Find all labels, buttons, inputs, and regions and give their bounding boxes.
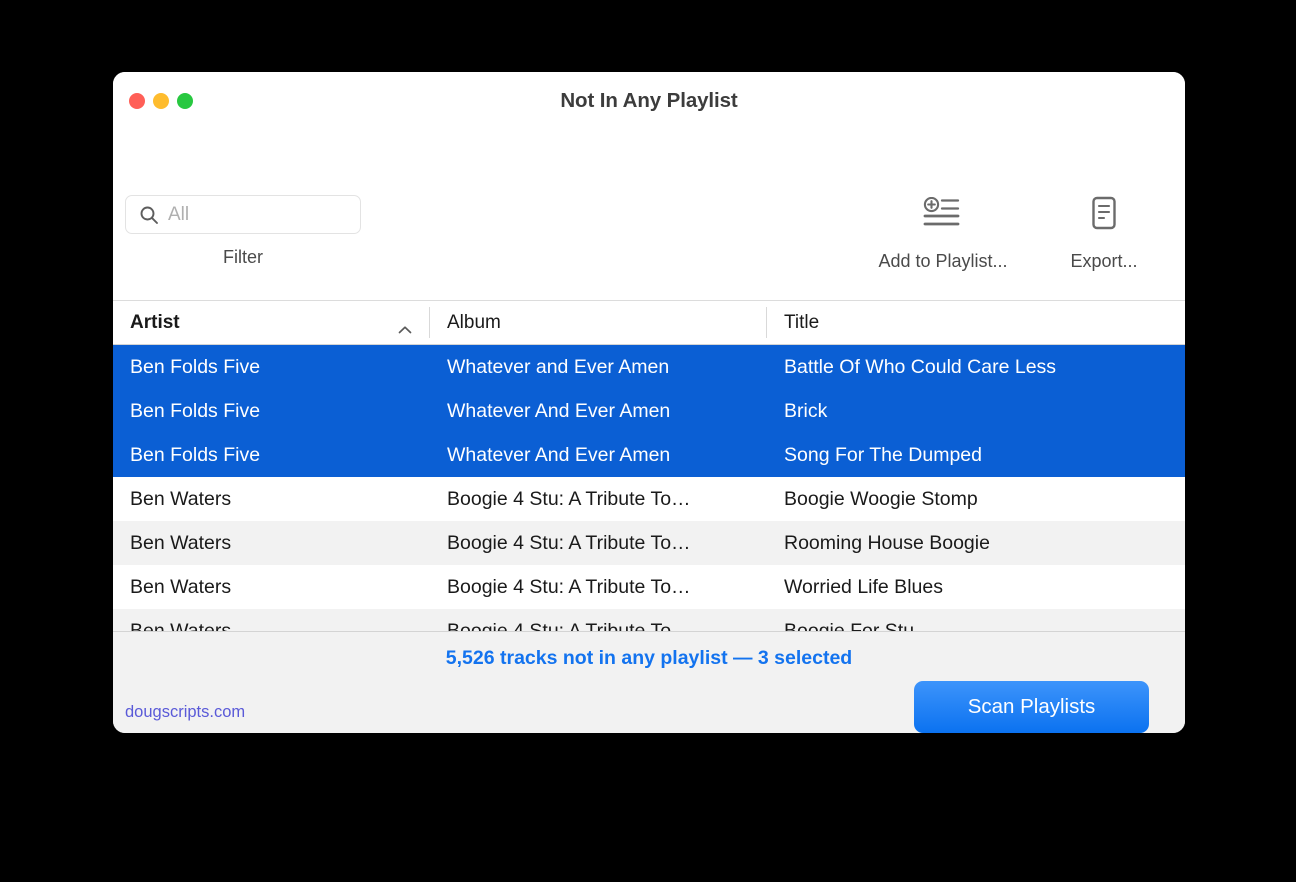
table-row[interactable]: Ben Folds Five Whatever and Ever Amen Batt… bbox=[113, 345, 1185, 389]
cell-artist: Ben Waters bbox=[130, 575, 232, 598]
cell-artist: Ben Waters bbox=[130, 619, 232, 632]
dougscripts-link[interactable]: dougscripts.com bbox=[125, 703, 245, 722]
filter-group: Filter bbox=[125, 195, 361, 268]
column-header-title[interactable]: Title bbox=[767, 301, 1185, 344]
table-row[interactable]: Ben Waters Boogie 4 Stu: A Tribute To… Wor… bbox=[113, 565, 1185, 609]
app-window: Not In Any Playlist Filter bbox=[113, 72, 1185, 733]
text-size-icon: AA bbox=[1149, 192, 1185, 238]
text-size-button[interactable]: AA Text Size bbox=[1149, 192, 1185, 272]
cell-title: Boogie For Stu bbox=[784, 619, 915, 632]
table-body: Ben Folds Five Whatever and Ever Amen Batt… bbox=[113, 345, 1185, 631]
cell-title: Boogie Woogie Stomp bbox=[784, 487, 978, 510]
chevron-up-icon bbox=[398, 318, 412, 333]
cell-album: Boogie 4 Stu: A Tribute To… bbox=[447, 531, 691, 554]
cell-album: Whatever And Ever Amen bbox=[447, 443, 671, 466]
cell-title: Song For The Dumped bbox=[784, 443, 982, 466]
cell-album: Whatever And Ever Amen bbox=[447, 399, 671, 422]
search-icon bbox=[139, 205, 159, 225]
title-bar: Not In Any Playlist bbox=[113, 72, 1185, 132]
cell-album: Boogie 4 Stu: A Tribute To… bbox=[447, 487, 691, 510]
cell-title: Rooming House Boogie bbox=[784, 531, 990, 554]
table-row[interactable]: Ben Folds Five Whatever And Ever Amen Song… bbox=[113, 433, 1185, 477]
cell-album: Boogie 4 Stu: A Tribute To… bbox=[447, 575, 691, 598]
table-row[interactable]: Ben Waters Boogie 4 Stu: A Tribute To… Boo… bbox=[113, 477, 1185, 521]
table-row[interactable]: Ben Waters Boogie 4 Stu: A Tribute To… Boo… bbox=[113, 609, 1185, 631]
filter-field[interactable] bbox=[125, 195, 361, 234]
column-header-album-label: Album bbox=[447, 311, 501, 333]
filter-input[interactable] bbox=[126, 196, 360, 233]
cell-title: Brick bbox=[784, 399, 828, 422]
cell-artist: Ben Folds Five bbox=[130, 399, 261, 422]
column-header-album[interactable]: Album bbox=[430, 301, 767, 344]
column-header-artist-label: Artist bbox=[130, 311, 180, 333]
footer-panel: 5,526 tracks not in any playlist — 3 sel… bbox=[113, 631, 1185, 733]
cell-title: Worried Life Blues bbox=[784, 575, 943, 598]
cell-artist: Ben Waters bbox=[130, 531, 232, 554]
table-row[interactable]: Ben Waters Boogie 4 Stu: A Tribute To… Roo… bbox=[113, 521, 1185, 565]
window-title: Not In Any Playlist bbox=[560, 89, 738, 112]
cell-artist: Ben Folds Five bbox=[130, 355, 261, 378]
tracks-table: Artist Album Title Ben Folds Five Whateve… bbox=[113, 301, 1185, 631]
cell-album: Whatever and Ever Amen bbox=[447, 355, 670, 378]
toolbar: Filter Add to Playlist... bbox=[113, 132, 1185, 301]
table-row[interactable]: Ben Folds Five Whatever And Ever Amen Bric… bbox=[113, 389, 1185, 433]
table-header-row: Artist Album Title bbox=[113, 301, 1185, 345]
cell-title: Battle Of Who Could Care Less bbox=[784, 355, 1057, 378]
text-size-label: Text Size bbox=[1149, 251, 1185, 272]
filter-label: Filter bbox=[223, 247, 263, 267]
cell-artist: Ben Waters bbox=[130, 487, 232, 510]
column-header-artist[interactable]: Artist bbox=[113, 301, 430, 344]
status-text: 5,526 tracks not in any playlist — 3 sel… bbox=[445, 647, 853, 669]
scan-playlists-button[interactable]: Scan Playlists bbox=[914, 681, 1149, 733]
column-header-title-label: Title bbox=[784, 311, 820, 333]
cell-artist: Ben Folds Five bbox=[130, 443, 261, 466]
cell-album: Boogie 4 Stu: A Tribute To… bbox=[447, 619, 691, 632]
